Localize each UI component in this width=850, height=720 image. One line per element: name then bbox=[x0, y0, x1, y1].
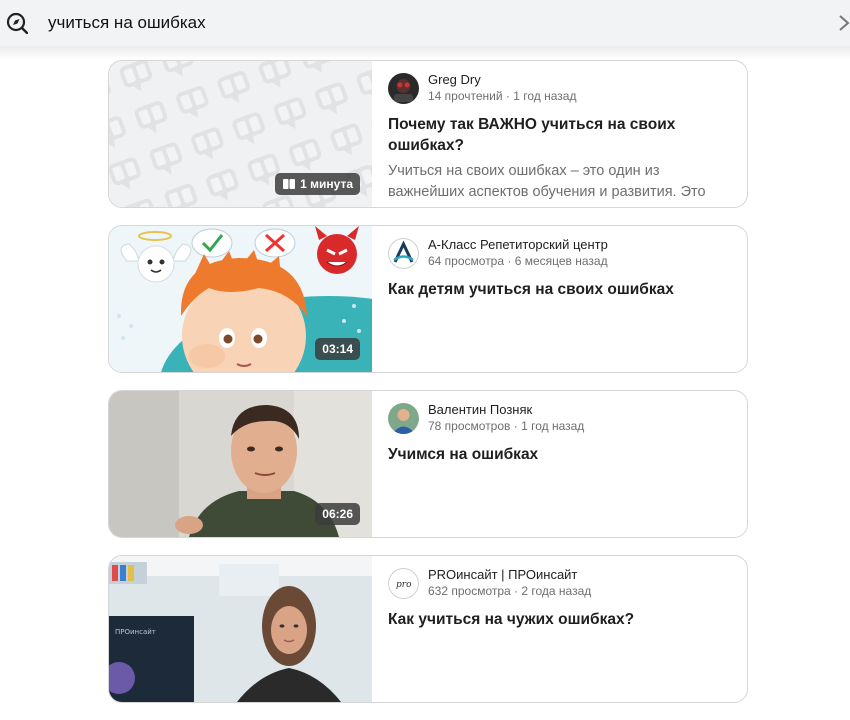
header-shadow bbox=[0, 46, 850, 60]
result-meta: 64 просмотра · 6 месяцев назад bbox=[428, 254, 608, 268]
channel-name[interactable]: PROинсайт | ПРОинсайт bbox=[428, 567, 591, 583]
result-card[interactable]: 06:26 Валентин Позняк 78 просмотров · 1 … bbox=[108, 390, 748, 538]
duration-badge: 06:26 bbox=[315, 503, 360, 525]
avatar[interactable] bbox=[388, 402, 419, 434]
result-title[interactable]: Учимся на ошибках bbox=[388, 444, 731, 465]
svg-text:ПРОинсайт: ПРОинсайт bbox=[115, 628, 156, 636]
duration-badge: 03:14 bbox=[315, 338, 360, 360]
result-card[interactable]: 03:14 А-Класс Репетиторский центр 64 про… bbox=[108, 225, 748, 373]
article-thumbnail[interactable]: 1 минута bbox=[109, 61, 372, 207]
avatar[interactable] bbox=[388, 237, 419, 269]
channel-row[interactable]: А-Класс Репетиторский центр 64 просмотра… bbox=[388, 236, 731, 270]
result-snippet: Учиться на своих ошибках – это один из в… bbox=[388, 163, 706, 200]
video-thumbnail[interactable]: ПРОинсайт bbox=[109, 556, 372, 702]
result-title[interactable]: Как детям учиться на своих ошибках bbox=[388, 279, 731, 300]
search-input[interactable] bbox=[40, 9, 816, 37]
result-title[interactable]: Как учиться на чужих ошибках? bbox=[388, 609, 731, 630]
channel-row[interactable]: Валентин Позняк 78 просмотров · 1 год на… bbox=[388, 401, 731, 435]
avatar[interactable]: pro bbox=[388, 567, 419, 599]
result-meta: 632 просмотра · 2 года назад bbox=[428, 584, 592, 598]
result-title[interactable]: Почему так ВАЖНО учиться на своих ошибка… bbox=[388, 114, 731, 156]
result-meta: 78 просмотров · 1 год назад bbox=[428, 419, 585, 433]
channel-name[interactable]: А-Класс Репетиторский центр bbox=[428, 237, 608, 253]
result-info: pro PROинсайт | ПРОинсайт 632 просмотра … bbox=[388, 566, 731, 630]
chevron-right-icon[interactable] bbox=[838, 14, 850, 32]
result-info: Валентин Позняк 78 просмотров · 1 год на… bbox=[388, 401, 731, 465]
result-info: А-Класс Репетиторский центр 64 просмотра… bbox=[388, 236, 731, 300]
channel-row[interactable]: pro PROинсайт | ПРОинсайт 632 просмотра … bbox=[388, 566, 731, 600]
book-icon bbox=[283, 179, 296, 189]
channel-name[interactable]: Greg Dry bbox=[428, 72, 576, 88]
channel-name[interactable]: Валентин Позняк bbox=[428, 402, 584, 418]
channel-row[interactable]: Greg Dry 14 прочтений · 1 год назад bbox=[388, 71, 731, 105]
read-time: 1 минута bbox=[300, 177, 353, 191]
result-card[interactable]: 1 минута Greg Dry 14 прочтений · 1 год н… bbox=[108, 60, 748, 208]
read-time-badge: 1 минута bbox=[275, 173, 360, 195]
search-bar bbox=[0, 0, 850, 46]
result-meta: 14 прочтений · 1 год назад bbox=[428, 89, 577, 103]
video-thumbnail[interactable]: 06:26 bbox=[109, 391, 372, 537]
result-info: Greg Dry 14 прочтений · 1 год назад Поче… bbox=[388, 71, 731, 203]
results-feed: 1 минута Greg Dry 14 прочтений · 1 год н… bbox=[108, 60, 748, 720]
avatar[interactable] bbox=[388, 72, 419, 104]
avatar-logo-text: pro bbox=[396, 580, 412, 590]
compass-search-icon[interactable] bbox=[6, 12, 28, 34]
video-thumbnail[interactable]: 03:14 bbox=[109, 226, 372, 372]
result-card[interactable]: ПРОинсайт pro PROинсайт | ПРОинсайт 632 … bbox=[108, 555, 748, 703]
